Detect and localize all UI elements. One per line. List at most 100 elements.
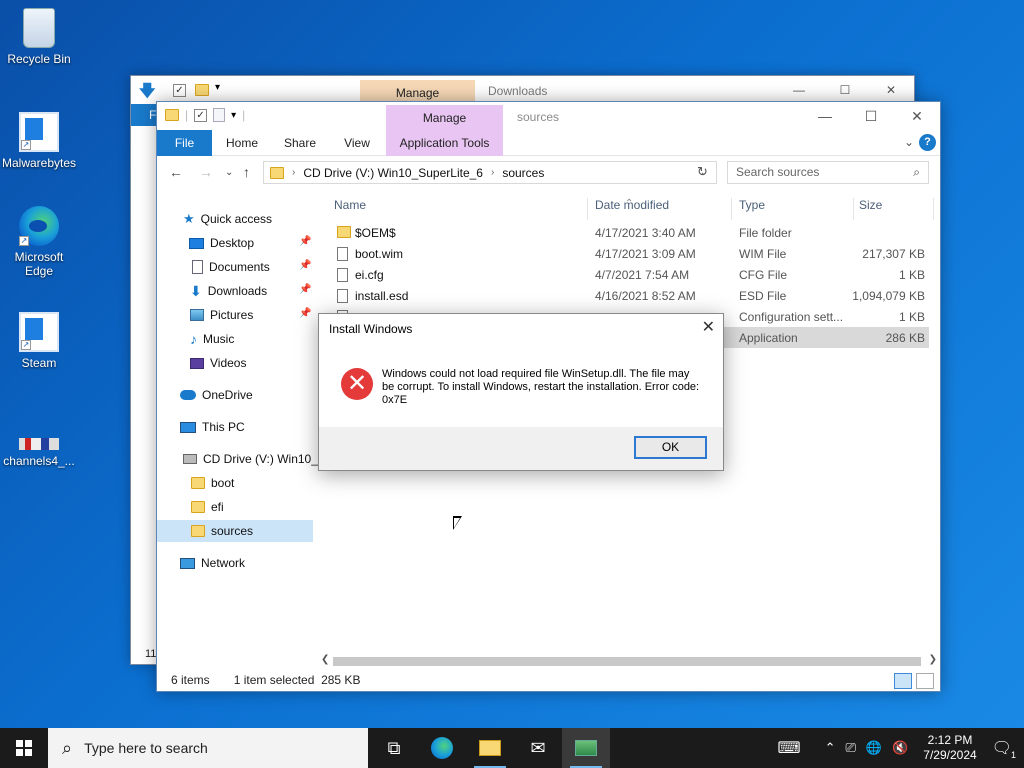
tab-view[interactable]: View	[332, 130, 382, 156]
folder-icon	[270, 166, 284, 179]
dialog-footer: OK	[319, 427, 723, 470]
separator: |	[242, 108, 246, 122]
setup-taskbar-icon[interactable]	[562, 728, 610, 768]
back-arrow-icon[interactable]: ←	[169, 164, 183, 180]
close-icon[interactable]: ✕	[702, 317, 715, 337]
tab-home[interactable]: Home	[217, 130, 267, 156]
desktop-icon-channels4[interactable]: channels4_...	[0, 424, 78, 468]
column-date[interactable]: Date modified	[595, 198, 669, 212]
scrollbar-thumb[interactable]	[333, 657, 921, 666]
nav-quick-access[interactable]: ★ Quick access	[183, 208, 272, 230]
new-folder-icon[interactable]	[195, 84, 209, 96]
breadcrumb-drive[interactable]: CD Drive (V:) Win10_SuperLite_6	[303, 166, 483, 180]
nav-documents[interactable]: Documents	[192, 256, 270, 278]
close-button[interactable]: ✕	[868, 76, 914, 104]
star-icon: ★	[183, 211, 195, 226]
file-row[interactable]: ei.cfg 4/7/2021 7:54 AM CFG File 1 KB	[329, 264, 929, 285]
new-folder-icon[interactable]	[213, 108, 226, 122]
file-row[interactable]: boot.wim 4/17/2021 3:09 AM WIM File 217,…	[329, 243, 929, 264]
nav-network[interactable]: Network	[180, 552, 245, 574]
tab-manage[interactable]: Manage	[386, 105, 503, 130]
maximize-button[interactable]: ☐	[848, 102, 894, 130]
edge-taskbar-icon[interactable]	[418, 728, 466, 768]
horizontal-scrollbar[interactable]: ❮ ❯	[319, 653, 939, 669]
network-icon[interactable]: 🌐	[861, 740, 887, 756]
up-arrow-icon[interactable]: ↑	[243, 164, 250, 180]
minimize-button[interactable]: —	[802, 102, 848, 130]
ok-button[interactable]: OK	[634, 436, 707, 459]
mail-icon[interactable]: ✉	[514, 728, 562, 768]
scroll-left-icon[interactable]: ❮	[321, 654, 329, 665]
expand-ribbon-icon[interactable]: ⌄	[904, 135, 914, 149]
nav-cd-drive[interactable]: CD Drive (V:) Win10_S	[183, 448, 326, 470]
desktop-icon-steam[interactable]: ↗ Steam	[0, 312, 78, 370]
selected-size: 285 KB	[321, 673, 361, 687]
desktop-icon-edge[interactable]: ↗ Microsoft Edge	[0, 206, 78, 278]
start-button[interactable]	[0, 728, 48, 768]
file-type: Application	[739, 331, 798, 345]
tab-share[interactable]: Share	[275, 130, 325, 156]
minimize-button[interactable]: —	[776, 76, 822, 104]
column-divider[interactable]	[731, 198, 732, 220]
nav-boot[interactable]: boot	[191, 472, 234, 494]
column-type[interactable]: Type	[739, 198, 765, 212]
nav-pictures[interactable]: Pictures	[190, 304, 253, 326]
properties-icon[interactable]: ✓	[173, 84, 186, 97]
file-date: 4/7/2021 7:54 AM	[595, 268, 690, 282]
customize-toolbar-icon[interactable]: ▾	[215, 82, 220, 93]
forward-arrow-icon[interactable]: →	[199, 164, 213, 180]
search-input[interactable]: Search sources ⌕	[727, 161, 929, 184]
file-explorer-taskbar-icon[interactable]	[466, 728, 514, 768]
properties-icon[interactable]: ✓	[194, 108, 208, 122]
taskbar-search[interactable]: ⌕ Type here to search	[48, 728, 368, 768]
clock[interactable]: 2:12 PM 7/29/2024	[913, 733, 986, 763]
breadcrumb-sources[interactable]: sources	[502, 166, 544, 180]
details-view-icon[interactable]	[894, 673, 912, 689]
desktop-icon-recycle-bin[interactable]: Recycle Bin	[0, 8, 78, 66]
nav-onedrive[interactable]: OneDrive	[180, 384, 253, 406]
chevron-up-icon[interactable]: ⌃	[820, 740, 841, 756]
nav-label: Downloads	[207, 284, 268, 298]
shortcut-arrow-icon: ↗	[19, 236, 29, 246]
desktop-icon-label: Steam	[21, 356, 57, 370]
column-divider[interactable]	[933, 198, 934, 220]
pin-icon: 📌	[299, 308, 312, 319]
nav-sources[interactable]: sources	[157, 520, 313, 542]
nav-videos[interactable]: Videos	[190, 352, 246, 374]
scroll-right-icon[interactable]: ❯	[929, 654, 937, 665]
folder-icon	[191, 501, 205, 513]
maximize-button[interactable]: ☐	[822, 76, 868, 104]
customize-toolbar-icon[interactable]: ▾	[231, 110, 236, 121]
steam-icon: ↗	[19, 312, 59, 352]
notification-icon[interactable]: 🗨 1	[987, 738, 1024, 760]
refresh-icon[interactable]: ↻	[697, 164, 708, 180]
nav-efi[interactable]: efi	[191, 496, 224, 518]
nav-label: Music	[203, 332, 235, 346]
task-view-icon[interactable]: ⧉	[370, 728, 418, 768]
large-icons-view-icon[interactable]	[916, 673, 934, 689]
column-divider[interactable]	[587, 198, 588, 220]
column-divider[interactable]	[853, 198, 854, 220]
help-icon[interactable]: ?	[919, 134, 936, 151]
file-date: 4/16/2021 8:52 AM	[595, 289, 696, 303]
nav-music[interactable]: ♪ Music	[190, 328, 234, 350]
file-row[interactable]: install.esd 4/16/2021 8:52 AM ESD File 1…	[329, 285, 929, 306]
quick-access-toolbar: | ✓ ▾ |	[165, 108, 245, 122]
nav-this-pc[interactable]: This PC	[180, 416, 245, 438]
nav-desktop[interactable]: Desktop	[189, 232, 254, 254]
address-bar[interactable]: › CD Drive (V:) Win10_SuperLite_6 › sour…	[263, 161, 717, 184]
install-windows-dialog[interactable]: Install Windows ✕ ✕ Windows could not lo…	[318, 313, 724, 471]
column-name[interactable]: Name	[334, 198, 366, 212]
meet-now-icon[interactable]: ⎚	[841, 740, 861, 756]
column-size[interactable]: Size	[859, 198, 882, 212]
recent-locations-icon[interactable]: ⌄	[225, 167, 233, 178]
file-row[interactable]: $OEM$ 4/17/2021 3:40 AM File folder	[329, 222, 929, 243]
shortcut-arrow-icon: ↗	[21, 140, 31, 150]
close-button[interactable]: ✕	[894, 102, 940, 130]
nav-downloads[interactable]: ⬇ Downloads	[190, 280, 267, 302]
tab-application-tools[interactable]: Application Tools	[386, 130, 503, 156]
volume-muted-icon[interactable]: 🔇	[887, 740, 913, 756]
keyboard-icon[interactable]: ⌨	[773, 738, 806, 758]
tab-file[interactable]: File	[157, 130, 212, 156]
desktop-icon-malwarebytes[interactable]: ↗ Malwarebytes	[0, 112, 78, 170]
